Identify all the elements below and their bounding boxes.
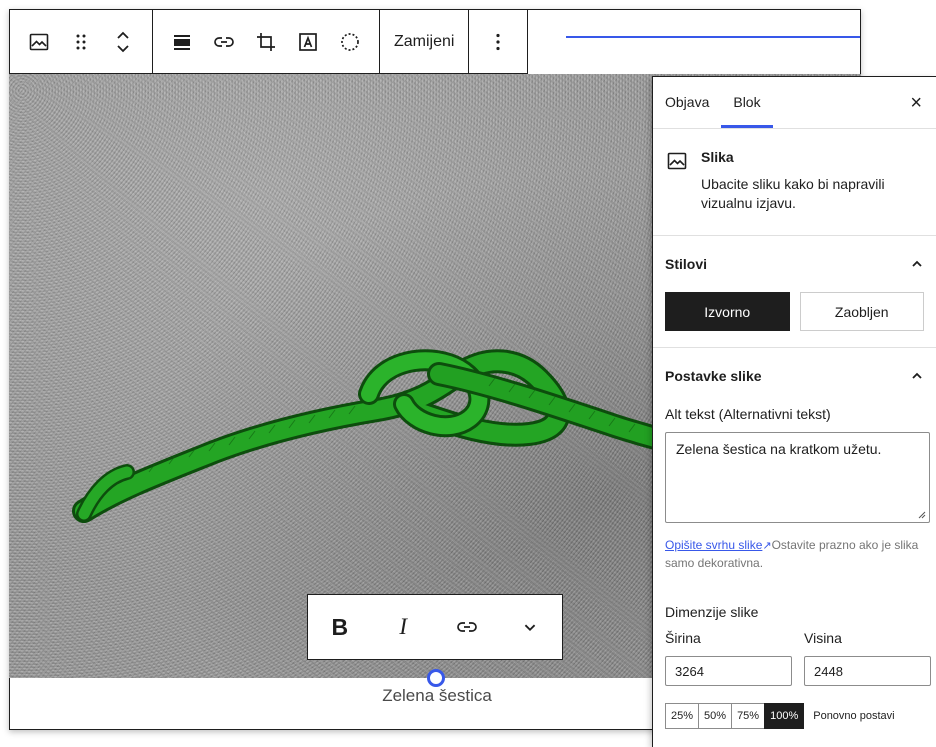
alt-help-text: Opišite svrhu slike↗Ostavite prazno ako … <box>665 537 924 572</box>
alt-text-label: Alt tekst (Alternativni tekst) <box>665 406 831 422</box>
style-default-button[interactable]: Izvorno <box>665 292 790 331</box>
height-input[interactable]: 2448 <box>804 656 931 686</box>
image-dimensions-label: Dimenzije slike <box>665 604 759 620</box>
tab-block[interactable]: Blok <box>721 77 773 128</box>
image-settings-toggle[interactable]: Postavke slike <box>665 348 924 404</box>
external-link-icon: ↗ <box>762 540 772 552</box>
block-toolbar-group-tools <box>153 10 380 73</box>
block-type-image-icon[interactable] <box>18 18 60 66</box>
alt-text-field[interactable]: Zelena šestica na kratkom užetu. <box>665 432 930 523</box>
block-card-title: Slika <box>701 149 734 165</box>
style-rounded-button[interactable]: Zaobljen <box>799 292 924 331</box>
drag-handle-icon[interactable] <box>60 18 102 66</box>
close-icon[interactable]: × <box>910 93 922 113</box>
styles-panel: Stilovi Izvorno Zaobljen <box>653 236 936 348</box>
link-icon[interactable] <box>443 603 491 651</box>
image-icon <box>667 152 687 170</box>
sidebar-tabs: Objava Blok × <box>653 77 936 129</box>
caption-format-toolbar: B I <box>307 594 563 660</box>
styles-panel-title: Stilovi <box>665 256 708 272</box>
image-icon <box>29 33 49 50</box>
replace-button[interactable]: Zamijeni <box>388 18 460 66</box>
bold-icon[interactable]: B <box>316 603 364 651</box>
block-card: Slika Ubacite sliku kako bi napravili vi… <box>653 129 936 236</box>
dimensions-row: Širina 3264 Visina 2448 <box>665 630 931 686</box>
more-options-icon[interactable] <box>477 18 519 66</box>
percent-50-button[interactable]: 50% <box>698 703 733 729</box>
resize-grip-icon[interactable] <box>918 511 926 519</box>
chevron-up-icon <box>912 260 922 267</box>
tab-post[interactable]: Objava <box>653 77 721 128</box>
block-toolbar-group-switcher <box>10 10 153 73</box>
text-overlay-icon[interactable] <box>287 18 329 66</box>
height-label: Visina <box>804 630 842 646</box>
settings-sidebar: Objava Blok × Slika Ubacite sliku kako b… <box>652 76 936 747</box>
percent-75-button[interactable]: 75% <box>731 703 766 729</box>
describe-purpose-link[interactable]: Opišite svrhu slike <box>665 538 762 552</box>
image-settings-panel: Postavke slike Alt tekst (Alternativni t… <box>653 348 936 729</box>
block-card-description: Ubacite sliku kako bi napravili vizualnu… <box>701 176 885 211</box>
image-settings-title: Postavke slike <box>665 368 762 384</box>
canvas-focus-line <box>566 36 860 38</box>
block-toolbar: Zamijeni <box>9 9 529 74</box>
italic-icon[interactable]: I <box>379 603 427 651</box>
move-up-down-icon[interactable] <box>102 18 144 66</box>
select-area-icon[interactable] <box>329 18 371 66</box>
caption-resize-handle[interactable] <box>427 669 445 687</box>
align-icon[interactable] <box>161 18 203 66</box>
size-percent-row: 25% 50% 75% 100% Ponovno postavi <box>665 703 924 729</box>
style-options: Izvorno Zaobljen <box>665 292 924 347</box>
reset-size-button[interactable]: Ponovno postavi <box>813 710 894 722</box>
chevron-down-icon[interactable] <box>506 603 554 651</box>
crop-icon[interactable] <box>245 18 287 66</box>
link-icon[interactable] <box>203 18 245 66</box>
percent-100-button[interactable]: 100% <box>764 703 805 729</box>
width-label: Širina <box>665 630 701 646</box>
styles-panel-toggle[interactable]: Stilovi <box>665 236 924 292</box>
width-input[interactable]: 3264 <box>665 656 792 686</box>
block-toolbar-group-more <box>469 10 527 73</box>
percent-25-button[interactable]: 25% <box>665 703 700 729</box>
chevron-up-icon <box>912 372 922 379</box>
block-toolbar-group-replace: Zamijeni <box>380 10 470 73</box>
